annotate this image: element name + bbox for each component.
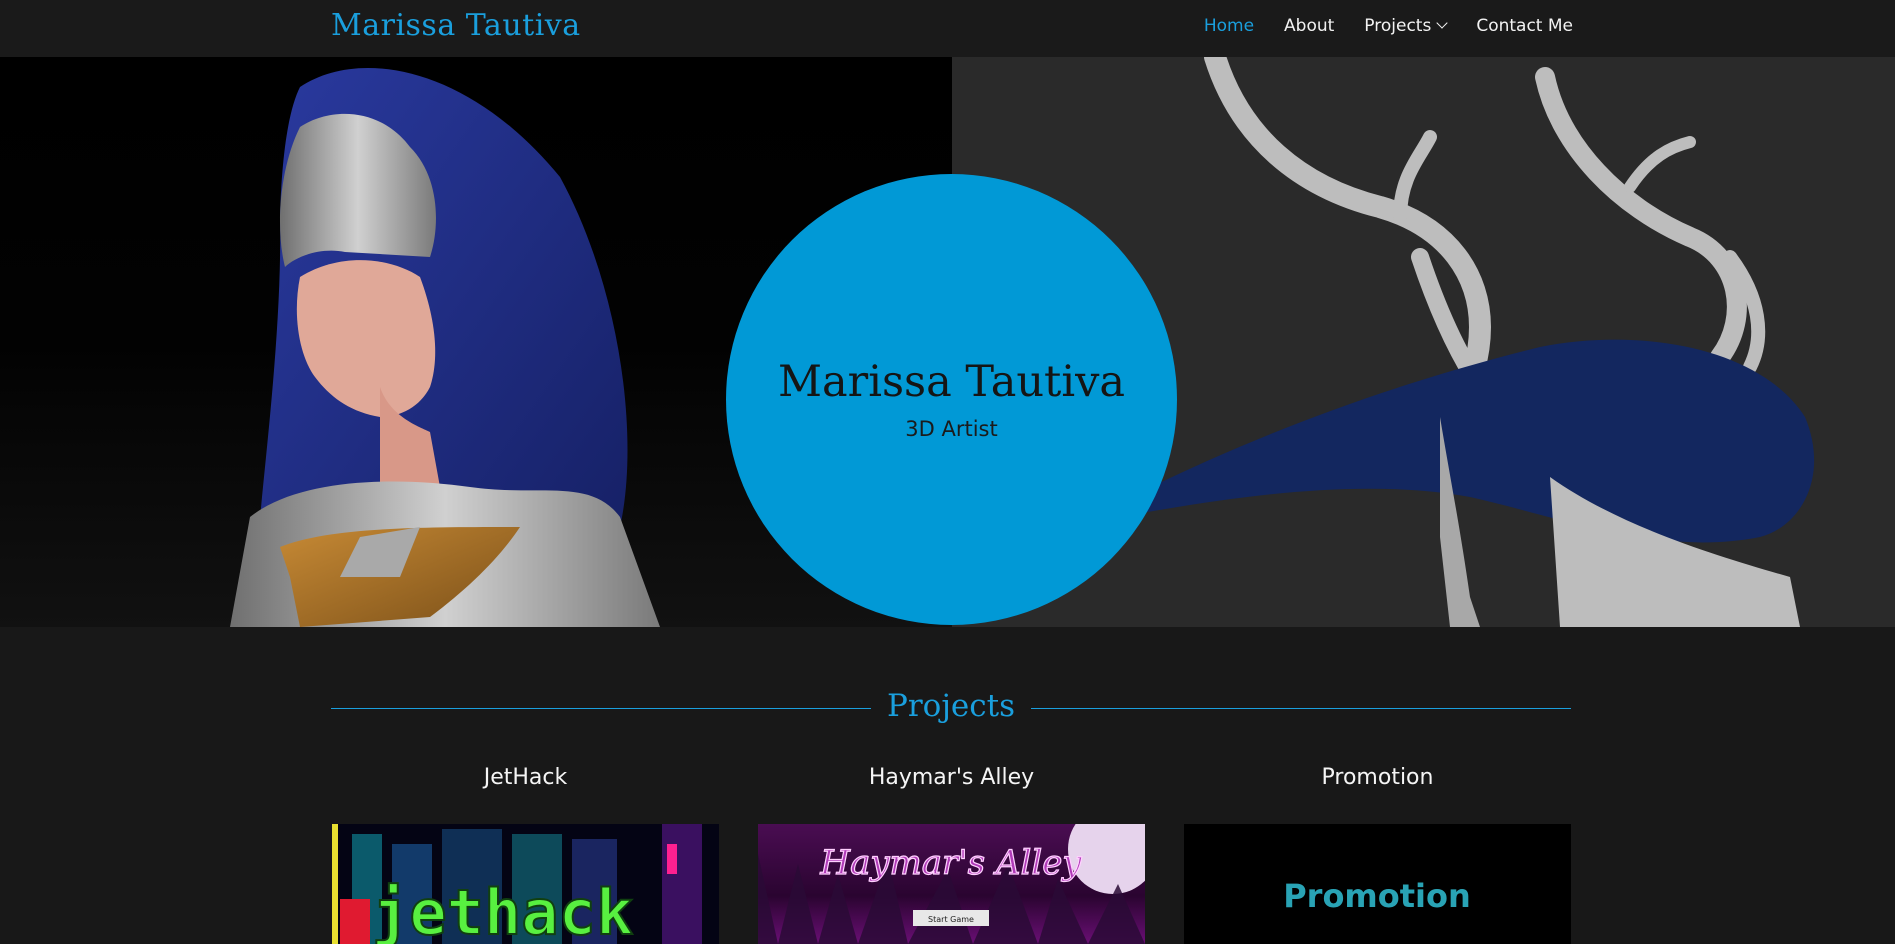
top-navbar: Marissa Tautiva Home About Projects Cont…	[0, 0, 1895, 57]
nav-contact-link[interactable]: Contact Me	[1476, 16, 1573, 36]
project-card-promotion[interactable]: Promotion Promotion	[1184, 765, 1571, 944]
chevron-down-icon	[1436, 17, 1448, 29]
hero-banner: Marissa Tautiva 3D Artist	[0, 57, 1895, 627]
nav-projects-label: Projects	[1364, 16, 1432, 36]
project-title: JetHack	[483, 765, 568, 790]
hero-name: Marissa Tautiva	[777, 357, 1126, 407]
projects-section-heading: Projects	[331, 685, 1571, 735]
project-thumbnail[interactable]: Haymar's Alley Start Game	[758, 824, 1145, 944]
nav-about-link[interactable]: About	[1284, 16, 1334, 36]
project-title: Promotion	[1321, 765, 1434, 790]
nav-projects-dropdown[interactable]: Projects	[1364, 16, 1448, 36]
project-thumbnail[interactable]: Promotion	[1184, 824, 1571, 944]
projects-heading-text: Projects	[886, 688, 1016, 724]
hero-intro-circle: Marissa Tautiva 3D Artist	[726, 174, 1177, 625]
haymars-alley-thumbnail-art: Haymar's Alley Start Game	[758, 824, 1145, 944]
promotion-thumbnail-art: Promotion	[1283, 877, 1471, 915]
nav-links: Home About Projects Contact Me	[1204, 16, 1573, 36]
jethack-thumbnail-art: jethack	[332, 824, 719, 944]
svg-text:Start Game: Start Game	[928, 915, 974, 924]
hero-role: 3D Artist	[905, 417, 998, 441]
svg-text:Promotion: Promotion	[1283, 877, 1471, 915]
svg-text:jethack: jethack	[372, 876, 633, 944]
nav-home-link[interactable]: Home	[1204, 16, 1254, 36]
project-card-jethack[interactable]: JetHack jethack	[332, 765, 719, 944]
heading-divider-right	[1031, 708, 1571, 709]
project-title: Haymar's Alley	[868, 765, 1035, 790]
project-card-haymars-alley[interactable]: Haymar's Alley Haymar's Alley Start Game	[758, 765, 1145, 944]
site-brand[interactable]: Marissa Tautiva	[331, 8, 581, 43]
project-thumbnail[interactable]: jethack	[332, 824, 719, 944]
svg-text:Haymar's Alley: Haymar's Alley	[819, 843, 1082, 883]
